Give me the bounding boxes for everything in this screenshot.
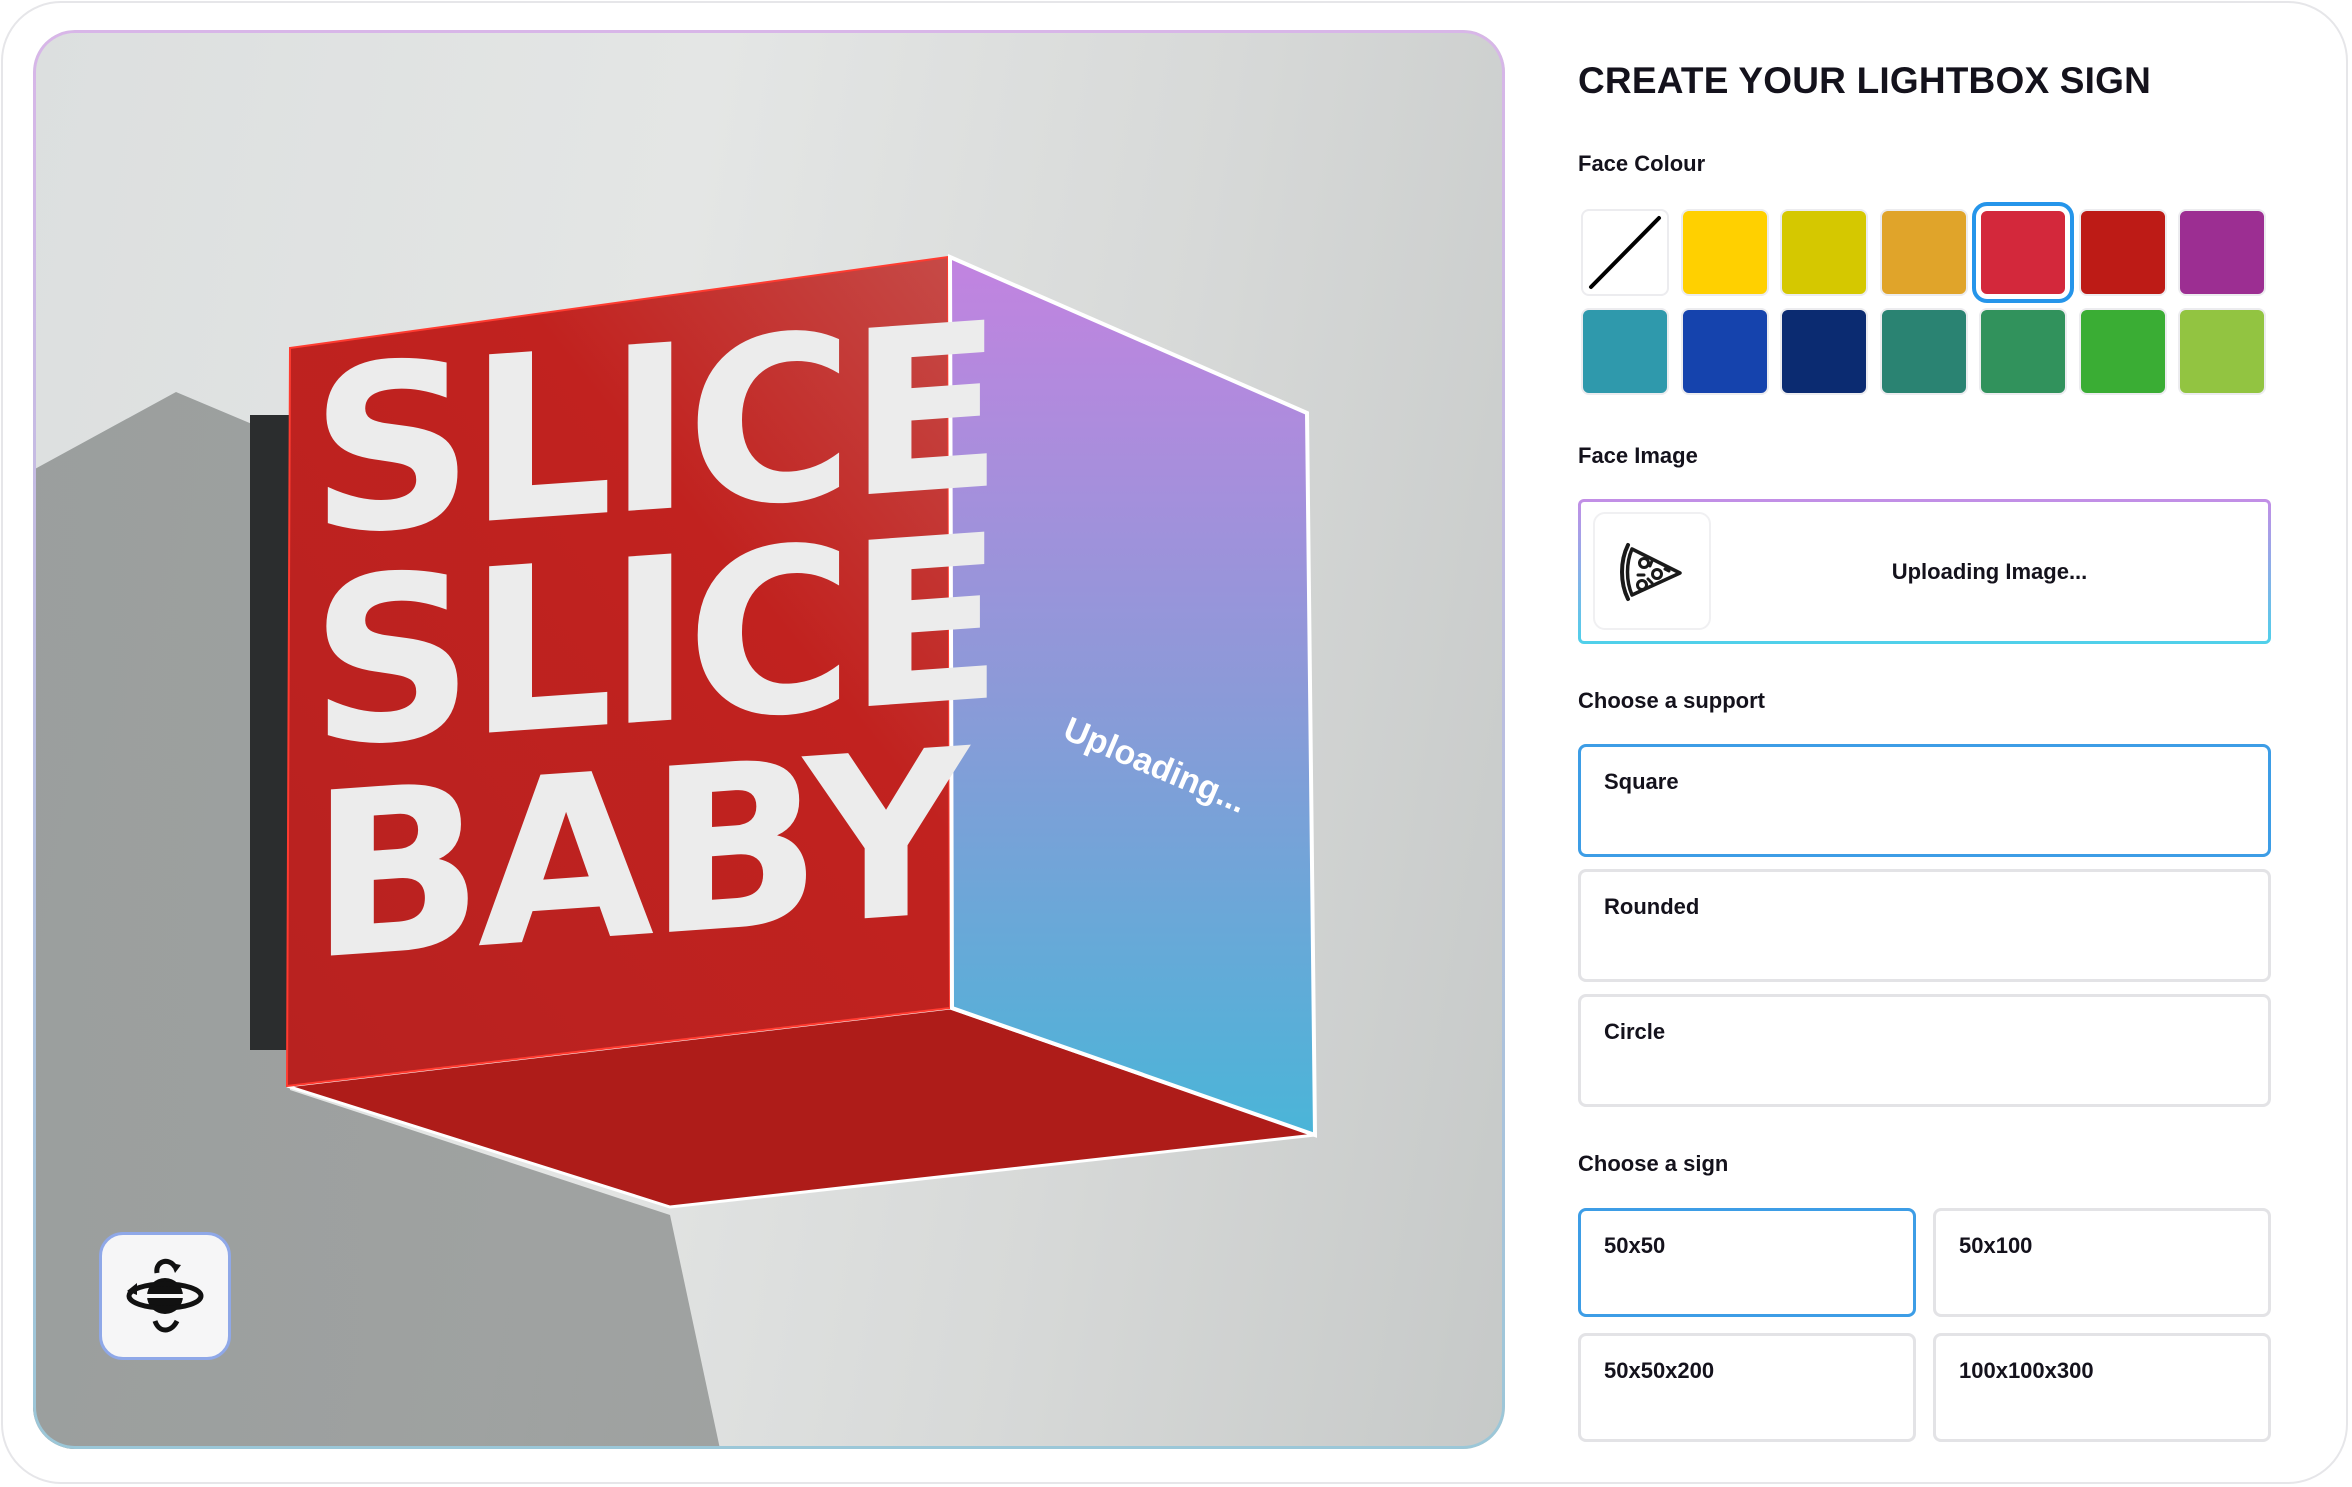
option-label: Circle (1604, 1019, 1666, 1044)
sign-size-label: Choose a sign (1578, 1151, 1729, 1176)
option-label: 50x100 (1959, 1233, 2033, 1258)
face-image-label: Face Image (1578, 443, 1698, 468)
support-option-square[interactable]: Square (1578, 744, 2271, 857)
colour-swatch-navy[interactable] (1780, 308, 1868, 395)
colour-swatch-yellow[interactable] (1680, 209, 1769, 296)
colour-swatch-sea-green[interactable] (1879, 308, 1968, 395)
colour-swatch-teal[interactable] (1581, 308, 1669, 395)
face-image-upload[interactable]: Uploading Image... (1578, 499, 2271, 644)
no-colour-slash-icon (1589, 216, 1661, 289)
colour-swatch-bright-green[interactable] (2078, 308, 2167, 395)
support-option-circle[interactable]: Circle (1578, 994, 2271, 1107)
option-label: 50x50 (1604, 1233, 1666, 1258)
sign-option-50x50[interactable]: 50x50 (1578, 1208, 1916, 1317)
support-label: Choose a support (1578, 688, 1766, 713)
sign-option-100x100x300[interactable]: 100x100x300 (1933, 1333, 2271, 1442)
colour-swatch-amber[interactable] (1879, 209, 1968, 296)
upload-status: Uploading Image... (1891, 558, 2088, 584)
wall-mount (250, 415, 290, 1050)
sign-preview: SLICE SLICE BABY Uploading... (33, 30, 1505, 1449)
colour-swatch-blue[interactable] (1680, 308, 1769, 395)
app-badge[interactable] (99, 1232, 231, 1360)
colour-swatch-red[interactable] (1972, 202, 2074, 303)
image-thumbnail (1593, 512, 1711, 630)
colour-swatch-green[interactable] (1979, 308, 2067, 395)
pizza-slice-icon (1620, 543, 1682, 601)
face-colour-label: Face Colour (1578, 151, 1706, 176)
page-title: CREATE YOUR LIGHTBOX SIGN (1578, 60, 2152, 101)
colour-swatch-lime[interactable] (2178, 308, 2266, 395)
colour-swatch-purple[interactable] (2178, 209, 2266, 296)
sign-option-50x100[interactable]: 50x100 (1933, 1208, 2271, 1317)
colour-swatch-none[interactable] (1581, 209, 1669, 296)
option-label: Square (1604, 769, 1679, 794)
sign-front-text: SLICE SLICE BABY (310, 273, 997, 1011)
option-label: Rounded (1604, 894, 1700, 919)
colour-swatch-dark-red[interactable] (2078, 209, 2167, 296)
sign-line: BABY (310, 699, 963, 1011)
planet-orbit-icon (126, 1258, 204, 1333)
option-label: 100x100x300 (1959, 1358, 2094, 1383)
sign-option-50x50x200[interactable]: 50x50x200 (1578, 1333, 1916, 1442)
support-option-rounded[interactable]: Rounded (1578, 869, 2271, 982)
option-label: 50x50x200 (1604, 1358, 1715, 1383)
colour-swatch-olive-yellow[interactable] (1780, 209, 1868, 296)
sign-side-face (947, 253, 1318, 1138)
